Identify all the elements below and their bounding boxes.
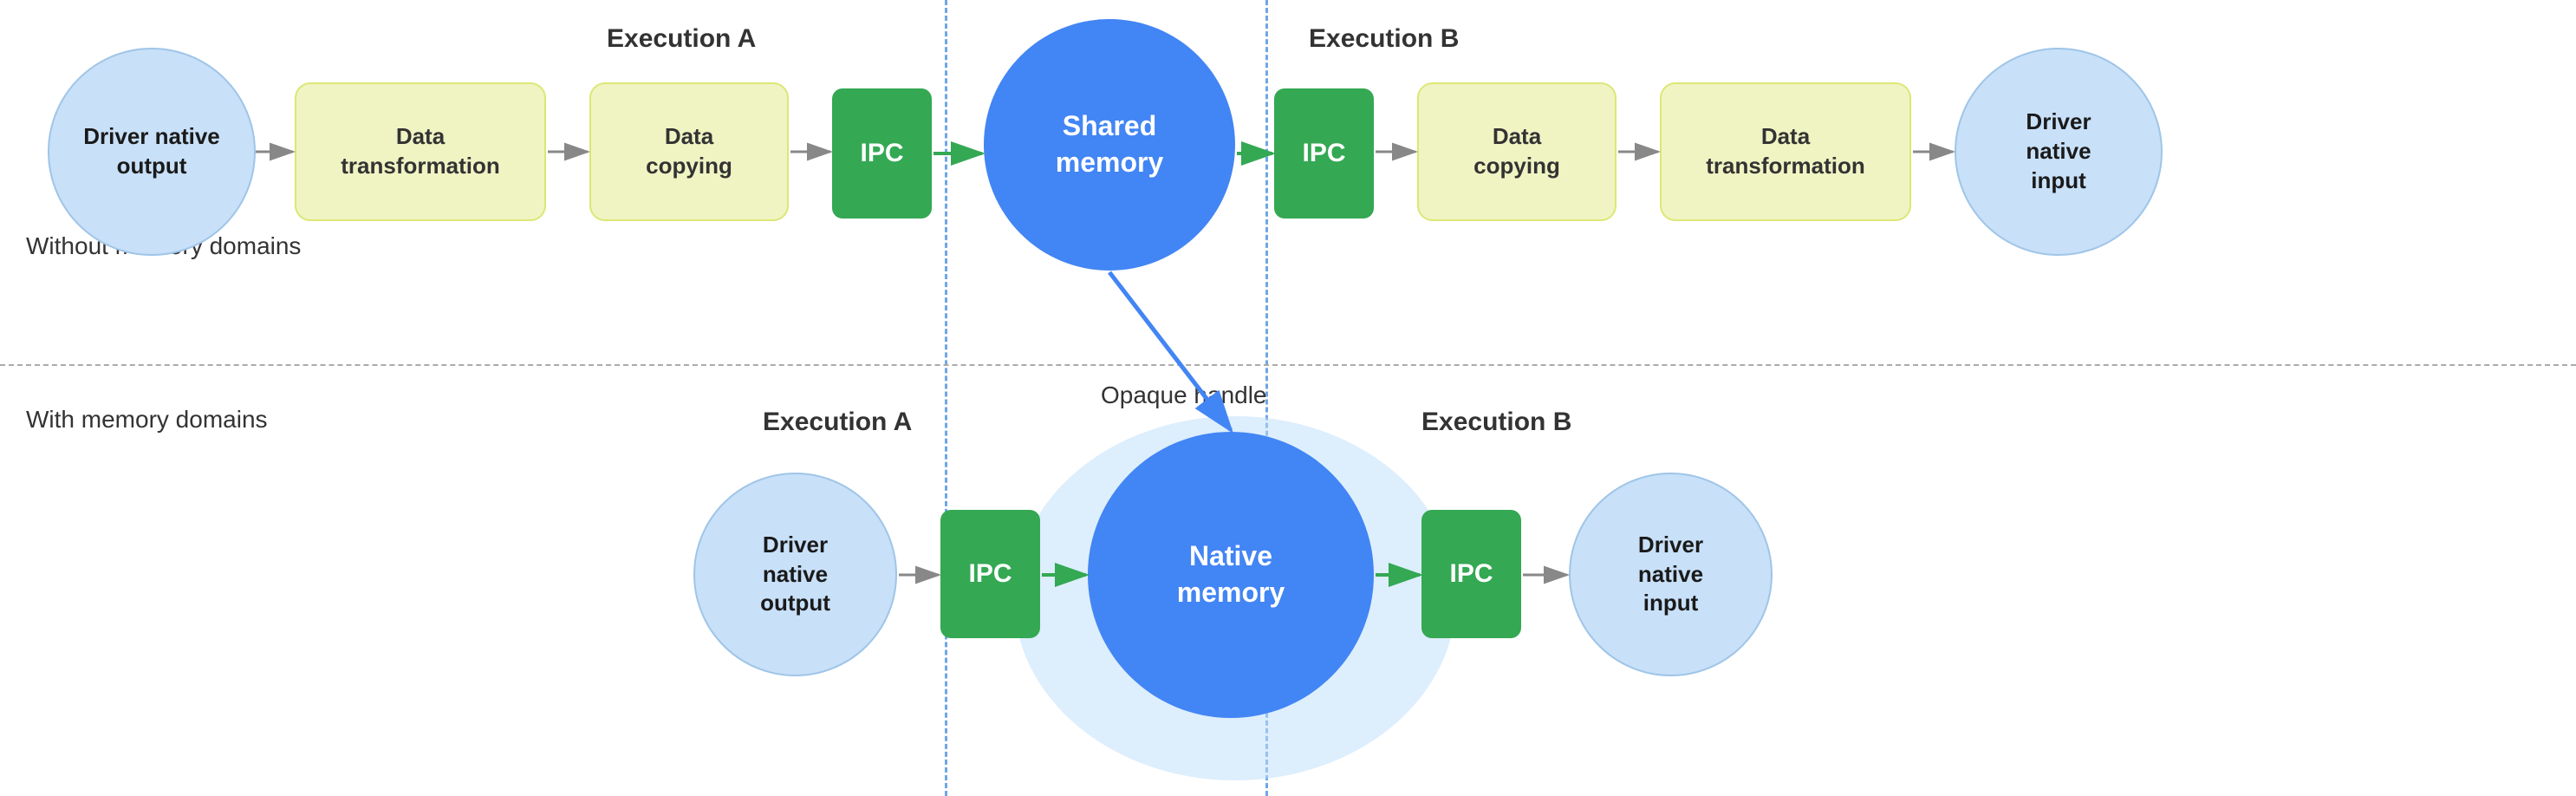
exec-a-bottom-label: Execution A: [763, 408, 912, 437]
label-with-memory-domains: With memory domains: [26, 406, 268, 434]
data-copying-2: Datacopying: [1417, 82, 1617, 221]
exec-b-bottom-label: Execution B: [1421, 408, 1571, 437]
vline-left: [945, 0, 947, 796]
shared-memory: Sharedmemory: [984, 19, 1235, 271]
data-transformation-2: Datatransformation: [1660, 82, 1911, 221]
driver-native-input-bottom: Drivernativeinput: [1569, 473, 1773, 676]
opaque-handle-label: Opaque handle: [1101, 382, 1267, 409]
divider: [0, 364, 2576, 366]
driver-native-input-top: Drivernativeinput: [1955, 48, 2163, 256]
driver-native-output-bottom: Drivernativeoutput: [693, 473, 897, 676]
native-memory: Nativememory: [1088, 432, 1374, 718]
diagram-container: Without memory domains With memory domai…: [0, 0, 2576, 796]
data-copying-1: Datacopying: [589, 82, 789, 221]
ipc-1: IPC: [832, 88, 932, 219]
ipc-2: IPC: [1274, 88, 1374, 219]
driver-native-output-top: Driver native output: [48, 48, 256, 256]
ipc-bottom-1: IPC: [940, 510, 1040, 638]
data-transformation-1: Datatransformation: [295, 82, 546, 221]
exec-a-top-label: Execution A: [607, 24, 756, 54]
exec-b-top-label: Execution B: [1309, 24, 1459, 54]
ipc-bottom-2: IPC: [1421, 510, 1521, 638]
